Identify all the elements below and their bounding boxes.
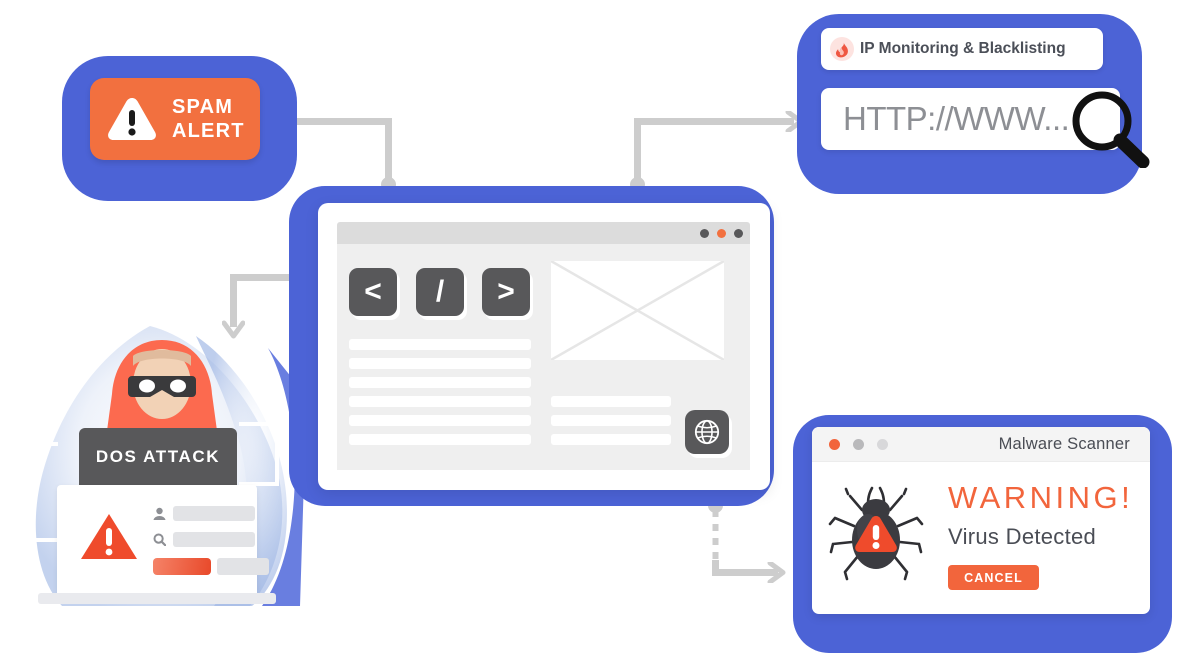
spam-alert-line-1: SPAM bbox=[172, 96, 234, 118]
dos-submit-button bbox=[153, 558, 211, 575]
ip-monitoring-title-bar: IP Monitoring & Blacklisting bbox=[821, 28, 1103, 70]
text-row bbox=[349, 396, 531, 407]
code-slash-glyph: / bbox=[435, 275, 445, 308]
magnifier-icon bbox=[153, 533, 166, 546]
connector-segment-dashed bbox=[712, 510, 719, 564]
malware-warning-heading: WARNING! bbox=[948, 480, 1134, 515]
text-row bbox=[349, 339, 531, 350]
text-row bbox=[349, 434, 531, 445]
warning-triangle-icon bbox=[108, 98, 156, 140]
spam-alert-line-2: ALERT bbox=[172, 120, 245, 142]
text-row bbox=[551, 396, 671, 407]
window-dot-2[interactable] bbox=[717, 229, 726, 238]
magnifier-icon[interactable] bbox=[1068, 88, 1150, 168]
connector-segment-horizontal bbox=[290, 118, 392, 125]
dos-attack-laptop-screen bbox=[57, 485, 269, 593]
dos-form-field-3 bbox=[217, 558, 269, 575]
text-row bbox=[349, 377, 531, 388]
malware-subtext: Virus Detected bbox=[948, 524, 1097, 549]
dos-form-field-1 bbox=[173, 506, 255, 521]
text-row bbox=[551, 434, 671, 445]
malware-scanner-title: Malware Scanner bbox=[998, 435, 1130, 453]
window-dot-minimize[interactable] bbox=[853, 439, 864, 450]
arrow-down-icon bbox=[222, 320, 245, 339]
malware-scanner-title-bar: Malware Scanner bbox=[812, 427, 1150, 462]
code-close-tag-glyph: > bbox=[497, 275, 515, 308]
image-placeholder bbox=[550, 259, 725, 362]
code-open-tag-button[interactable]: < bbox=[349, 268, 397, 316]
window-dot-3[interactable] bbox=[734, 229, 743, 238]
code-slash-button[interactable]: / bbox=[416, 268, 464, 316]
window-dot-maximize[interactable] bbox=[877, 439, 888, 450]
spam-alert-text: SPAM ALERT bbox=[172, 95, 245, 143]
globe-icon bbox=[694, 419, 720, 445]
ip-monitoring-url-value: HTTP://WWW... bbox=[843, 100, 1070, 137]
fire-icon bbox=[830, 37, 854, 61]
cancel-button-label: CANCEL bbox=[964, 570, 1023, 585]
dos-form-field-2 bbox=[173, 532, 255, 547]
arrow-right-icon bbox=[767, 562, 786, 583]
window-dot-close[interactable] bbox=[829, 439, 840, 450]
user-icon bbox=[153, 507, 166, 520]
bug-icon bbox=[828, 486, 924, 581]
code-close-tag-button[interactable]: > bbox=[482, 268, 530, 316]
connector-segment-vertical bbox=[634, 118, 641, 184]
ip-monitoring-title: IP Monitoring & Blacklisting bbox=[860, 40, 1066, 57]
illustration-canvas: DOS ATTACK SPAM ALERT IP Monitoring & Bl… bbox=[0, 0, 1199, 672]
globe-button[interactable] bbox=[685, 410, 729, 454]
dos-attack-label-text: DOS ATTACK bbox=[95, 446, 221, 466]
connector-segment-horizontal bbox=[634, 118, 794, 125]
dos-attack-laptop-base bbox=[38, 593, 276, 604]
connector-segment-vertical bbox=[385, 118, 392, 184]
text-row bbox=[551, 415, 671, 426]
text-row bbox=[349, 358, 531, 369]
warning-triangle-icon bbox=[81, 514, 137, 559]
code-open-tag-glyph: < bbox=[364, 275, 382, 308]
browser-title-bar bbox=[337, 222, 750, 244]
window-dot-1[interactable] bbox=[700, 229, 709, 238]
spam-alert-badge[interactable]: SPAM ALERT bbox=[90, 78, 260, 160]
scan-bracket-right bbox=[239, 422, 279, 486]
scan-bracket-left bbox=[18, 442, 58, 542]
cancel-button[interactable]: CANCEL bbox=[948, 565, 1039, 590]
text-row bbox=[349, 415, 531, 426]
dos-attack-label: DOS ATTACK bbox=[79, 428, 237, 485]
